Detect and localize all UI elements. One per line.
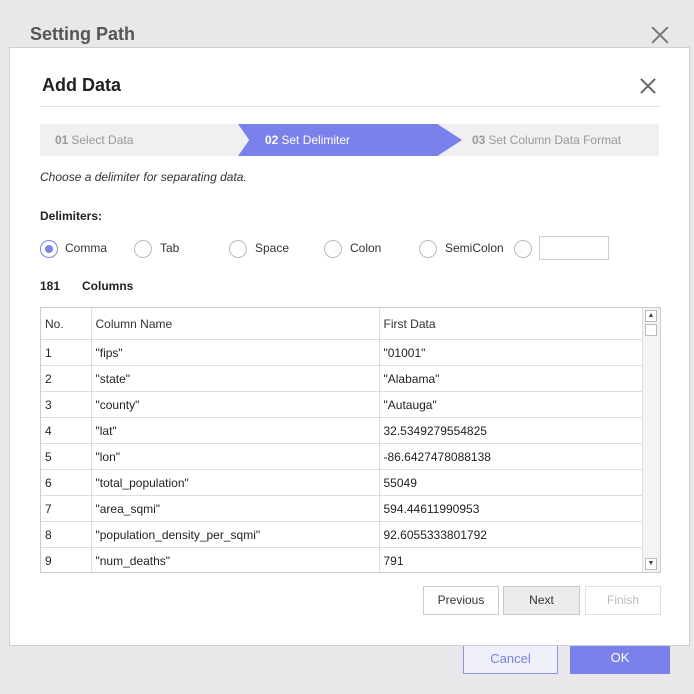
delimiters-label: Delimiters: [40, 209, 103, 223]
step-set-column-format: 03 Set Column Data Format [472, 133, 622, 147]
table-row[interactable]: 2 "state" "Alabama" [41, 365, 644, 392]
scroll-down-icon[interactable]: ▼ [645, 558, 657, 570]
header-column-name: Column Name [91, 308, 380, 340]
previous-button[interactable]: Previous [423, 586, 499, 615]
table-header-row: No. Column Name First Data [41, 308, 644, 340]
table-row[interactable]: 3 "county" "Autauga" [41, 391, 644, 418]
cell-column-name: "fips" [91, 339, 380, 366]
table-row[interactable]: 1 "fips" "01001" [41, 339, 644, 366]
cell-no: 8 [41, 521, 92, 548]
cell-no: 5 [41, 443, 92, 470]
radio-space-label[interactable]: Space [255, 241, 289, 255]
cell-no: 9 [41, 547, 92, 572]
add-data-dialog: Add Data 01 Select Data 02 Set Delimiter 0… [9, 47, 690, 646]
cell-no: 2 [41, 365, 92, 392]
next-button[interactable]: Next [503, 586, 580, 615]
cell-column-name: "county" [91, 391, 380, 418]
finish-button[interactable]: Finish [585, 586, 661, 615]
close-icon[interactable] [640, 78, 656, 94]
radio-semicolon[interactable] [419, 240, 437, 258]
cell-first-data: 55049 [379, 469, 644, 496]
dialog-title: Add Data [42, 75, 122, 95]
cell-column-name: "lon" [91, 443, 380, 470]
outer-title: Setting Path [30, 24, 136, 44]
table-row[interactable]: 6 "total_population" 55049 [41, 469, 644, 496]
radio-tab-label[interactable]: Tab [160, 241, 179, 255]
radio-tab[interactable] [134, 240, 152, 258]
cell-no: 7 [41, 495, 92, 522]
outer-close-icon[interactable] [650, 25, 670, 45]
cell-first-data: 594.44611990953 [379, 495, 644, 522]
radio-comma-label[interactable]: Comma [65, 241, 107, 255]
cell-column-name: "population_density_per_sqmi" [91, 521, 380, 548]
scroll-up-icon[interactable]: ▲ [645, 310, 657, 322]
title-divider [40, 106, 660, 107]
table-row[interactable]: 5 "lon" -86.6427478088138 [41, 443, 644, 470]
radio-semicolon-label[interactable]: SemiColon [445, 241, 504, 255]
instruction-text: Choose a delimiter for separating data. [40, 170, 247, 184]
header-no: No. [41, 308, 92, 340]
table-row[interactable]: 8 "population_density_per_sqmi" 92.6055333… [41, 521, 644, 548]
cell-column-name: "lat" [91, 417, 380, 444]
radio-colon-label[interactable]: Colon [350, 241, 381, 255]
cell-first-data: "01001" [379, 339, 644, 366]
cell-column-name: "num_deaths" [91, 547, 380, 572]
cell-first-data: -86.6427478088138 [379, 443, 644, 470]
scroll-thumb[interactable] [645, 324, 657, 336]
cell-no: 6 [41, 469, 92, 496]
cell-first-data: 32.5349279554825 [379, 417, 644, 444]
cell-first-data: 92.6055333801792 [379, 521, 644, 548]
columns-table: No. Column Name First Data 1 "fips" "01001… [40, 307, 661, 573]
cell-column-name: "total_population" [91, 469, 380, 496]
step-indicator: 01 Select Data 02 Set Delimiter 03 Set Colu… [40, 124, 659, 156]
cell-no: 4 [41, 417, 92, 444]
table-row[interactable]: 7 "area_sqmi" 594.44611990953 [41, 495, 644, 522]
outer-ok-button[interactable]: OK [570, 642, 670, 674]
custom-delimiter-input[interactable] [539, 236, 609, 260]
columns-label: Columns [82, 279, 134, 293]
radio-space[interactable] [229, 240, 247, 258]
radio-custom[interactable] [514, 240, 532, 258]
step-select-data: 01 Select Data [55, 133, 134, 147]
cell-first-data: 791 [379, 547, 644, 572]
radio-colon[interactable] [324, 240, 342, 258]
radio-comma[interactable] [40, 240, 58, 258]
column-count: 181 [40, 279, 61, 293]
table-scrollbar[interactable]: ▲ ▼ [642, 308, 660, 572]
step-set-delimiter: 02 Set Delimiter [265, 133, 351, 147]
cell-first-data: "Alabama" [379, 365, 644, 392]
table-row[interactable]: 4 "lat" 32.5349279554825 [41, 417, 644, 444]
cell-column-name: "state" [91, 365, 380, 392]
cell-no: 3 [41, 391, 92, 418]
cell-column-name: "area_sqmi" [91, 495, 380, 522]
outer-cancel-button[interactable]: Cancel [463, 642, 558, 674]
cell-no: 1 [41, 339, 92, 366]
table-row[interactable]: 9 "num_deaths" 791 [41, 547, 644, 572]
header-first-data: First Data [379, 308, 644, 340]
cell-first-data: "Autauga" [379, 391, 644, 418]
